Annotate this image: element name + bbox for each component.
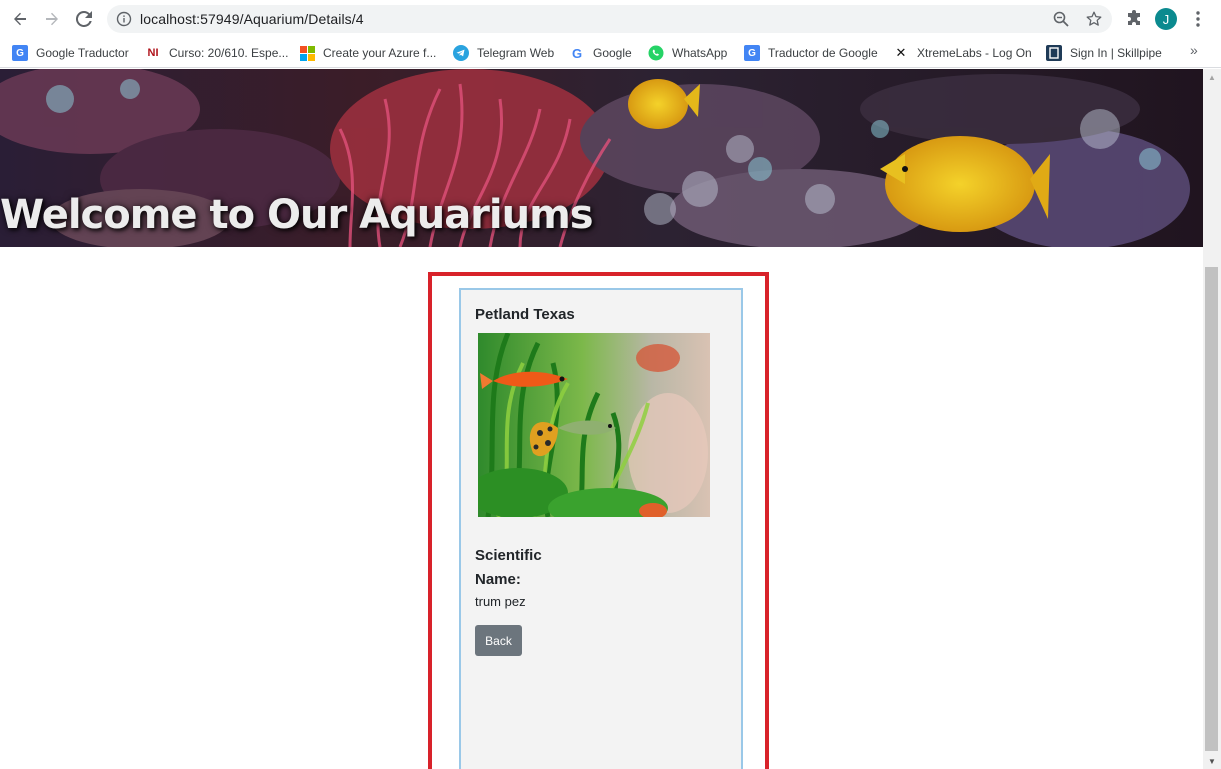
banner-title: Welcome to Our Aquariums xyxy=(0,192,594,238)
bookmark-google-traductor[interactable]: G Google Traductor xyxy=(12,43,129,63)
google-translate-icon: G xyxy=(12,45,28,61)
scientific-name-label: Scientific Name: xyxy=(475,547,542,588)
bookmark-label: Sign In | Skillpipe xyxy=(1070,46,1162,60)
skillpipe-icon xyxy=(1046,45,1062,61)
bookmarks-overflow-chevron-icon[interactable]: » xyxy=(1190,42,1198,58)
page-viewport: Welcome to Our Aquariums Petland Texas S… xyxy=(0,69,1203,769)
bookmark-label: Curso: 20/610. Espe... xyxy=(169,46,289,60)
bookmark-label: XtremeLabs - Log On xyxy=(917,46,1032,60)
telegram-icon xyxy=(453,45,469,61)
page-scrollbar[interactable]: ▲ ▼ xyxy=(1203,69,1221,769)
banner: Welcome to Our Aquariums xyxy=(0,69,1203,247)
google-icon: G xyxy=(571,45,583,61)
fish-photo xyxy=(478,333,710,517)
info-icon[interactable] xyxy=(116,11,132,27)
scroll-up-arrow-icon[interactable]: ▲ xyxy=(1203,69,1221,85)
scrollbar-thumb[interactable] xyxy=(1205,267,1218,751)
reload-icon[interactable] xyxy=(72,7,96,31)
forward-arrow-icon[interactable] xyxy=(40,7,64,31)
whatsapp-icon xyxy=(648,45,664,61)
bookmark-xtremelabs[interactable]: ✕ XtremeLabs - Log On xyxy=(893,43,1032,63)
bookmarks-bar: G Google Traductor NI Curso: 20/610. Esp… xyxy=(0,38,1221,68)
ni-icon: NI xyxy=(147,47,159,59)
scroll-down-arrow-icon[interactable]: ▼ xyxy=(1203,753,1221,769)
guppy-fish-image xyxy=(478,333,710,517)
zoom-icon[interactable] xyxy=(1052,10,1070,28)
bookmark-label: Telegram Web xyxy=(477,46,555,60)
bookmark-label: WhatsApp xyxy=(672,46,728,60)
back-button[interactable]: Back xyxy=(475,625,522,656)
browser-toolbar: localhost:57949/Aquarium/Details/4 J xyxy=(0,0,1221,38)
bookmark-google[interactable]: G Google xyxy=(569,43,632,63)
profile-avatar[interactable]: J xyxy=(1155,8,1177,30)
kebab-menu-icon[interactable] xyxy=(1187,8,1209,30)
bookmark-telegram[interactable]: Telegram Web xyxy=(453,43,554,63)
bookmark-whatsapp[interactable]: WhatsApp xyxy=(648,43,727,63)
bookmark-label: Google xyxy=(593,46,632,60)
microsoft-icon xyxy=(299,45,315,61)
bookmark-label: Create your Azure f... xyxy=(323,46,437,60)
scientific-name-value: trum pez xyxy=(475,594,526,609)
back-arrow-icon[interactable] xyxy=(8,7,32,31)
bookmark-label: Traductor de Google xyxy=(768,46,878,60)
aquarium-name: Petland Texas xyxy=(475,306,575,323)
address-bar[interactable]: localhost:57949/Aquarium/Details/4 xyxy=(107,5,1112,33)
bookmark-skillpipe[interactable]: Sign In | Skillpipe xyxy=(1046,43,1162,63)
aquarium-details-card: Petland Texas Scientific Name: trum pez … xyxy=(459,288,743,769)
extensions-puzzle-icon[interactable] xyxy=(1123,8,1145,30)
bookmark-star-icon[interactable] xyxy=(1085,10,1103,28)
google-translate-icon: G xyxy=(744,45,760,61)
bookmark-azure[interactable]: Create your Azure f... xyxy=(299,43,436,63)
bookmark-traductor-de-google[interactable]: G Traductor de Google xyxy=(744,43,878,63)
bookmark-label: Google Traductor xyxy=(36,46,129,60)
xtremelabs-icon: ✕ xyxy=(895,45,907,60)
bookmark-curso[interactable]: NI Curso: 20/610. Espe... xyxy=(145,43,289,63)
url-text[interactable]: localhost:57949/Aquarium/Details/4 xyxy=(140,11,364,27)
